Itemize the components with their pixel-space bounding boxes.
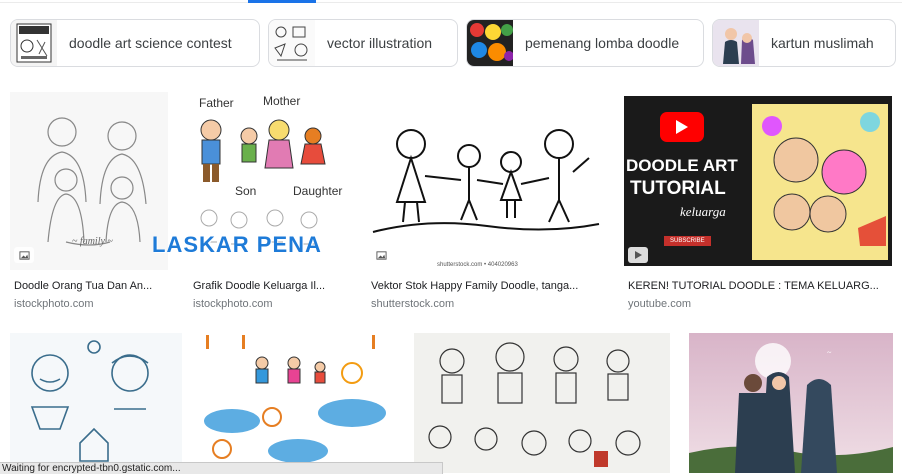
status-bar: Waiting for encrypted-tbn0.gstatic.com..… <box>0 462 443 474</box>
image-result-row2-4[interactable]: ~ <box>689 333 893 473</box>
result-thumbnail <box>414 333 670 473</box>
related-chip-doodle-art-science-contest[interactable]: doodle art science contest <box>10 19 260 67</box>
active-tab-indicator <box>248 0 316 3</box>
chip-label: pemenang lomba doodle <box>525 35 680 51</box>
image-result-happy-family-doodle[interactable]: shutterstock.com • 404020963 Vektor Stok… <box>367 92 607 312</box>
chip-thumbnail <box>269 20 315 66</box>
label-father: Father <box>199 96 234 110</box>
related-chip-vector-illustration[interactable]: vector illustration <box>268 19 458 67</box>
label-son: Son <box>235 184 257 198</box>
result-source: istockphoto.com <box>14 298 94 310</box>
result-title: Vektor Stok Happy Family Doodle, tanga..… <box>371 280 579 292</box>
result-source: youtube.com <box>628 298 691 310</box>
thumb-line2: TUTORIAL <box>630 178 726 199</box>
svg-text:~ family ~: ~ family ~ <box>72 236 113 247</box>
image-result-row2-2[interactable] <box>202 333 396 473</box>
image-icon <box>371 247 391 263</box>
result-title: Grafik Doodle Keluarga Il... <box>193 280 326 292</box>
image-result-grafik-doodle-keluarga[interactable]: Father Mother Son Daughter Grafik Doodle… <box>189 92 359 312</box>
result-source: shutterstock.com <box>371 298 455 310</box>
related-chip-pemenang-lomba-doodle[interactable]: pemenang lomba doodle <box>466 19 704 67</box>
image-result-row2-1[interactable] <box>10 333 182 473</box>
result-thumbnail: ~ <box>689 333 893 473</box>
result-thumbnail <box>10 333 182 473</box>
svg-text:~: ~ <box>827 348 832 357</box>
thumb-line1: DOODLE ART <box>626 156 738 175</box>
label-daughter: Daughter <box>293 184 343 198</box>
chip-label: vector illustration <box>327 35 433 51</box>
result-title: KEREN! TUTORIAL DOODLE : TEMA KELUARG... <box>628 280 879 292</box>
chip-thumbnail <box>713 20 759 66</box>
chip-thumbnail <box>467 20 513 66</box>
image-result-youtube-tutorial-doodle[interactable]: DOODLE ART TUTORIAL keluarga SUBSCRIBE K… <box>624 96 894 312</box>
header-divider <box>0 2 902 3</box>
chip-label: doodle art science contest <box>69 35 232 51</box>
stock-watermark: shutterstock.com • 404020963 <box>437 262 518 268</box>
chip-thumbnail <box>11 20 57 66</box>
result-thumbnail: ~ family ~ <box>10 92 168 270</box>
related-chip-kartun-muslimah[interactable]: kartun muslimah <box>712 19 896 67</box>
image-result-doodle-orang-tua[interactable]: ~ family ~ Doodle Orang Tua Dan An... is… <box>10 92 180 312</box>
image-icon <box>14 247 34 263</box>
chip-label: kartun muslimah <box>771 35 874 51</box>
image-result-row2-3[interactable] <box>414 333 670 473</box>
result-title: Doodle Orang Tua Dan An... <box>14 280 153 292</box>
result-thumbnail <box>202 333 396 473</box>
play-icon <box>628 247 648 263</box>
result-thumbnail: shutterstock.com • 404020963 <box>367 92 605 270</box>
subscribe-button: SUBSCRIBE <box>664 236 711 246</box>
label-mother: Mother <box>263 94 301 108</box>
laskar-pena-watermark: LASKAR PENA <box>152 232 322 257</box>
result-source: istockphoto.com <box>193 298 273 310</box>
thumb-line3: keluarga <box>680 204 726 219</box>
